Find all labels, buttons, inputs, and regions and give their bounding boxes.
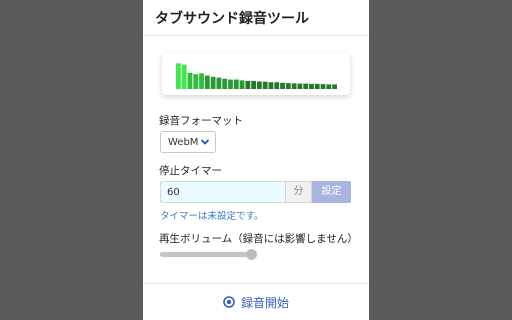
visualizer-bar [181, 64, 187, 89]
visualizer-bar [291, 83, 297, 89]
visualizer-bar [204, 75, 210, 89]
visualizer-bar [320, 84, 326, 89]
visualizer-bar [222, 78, 228, 89]
timer-status-text: タイマーは未設定です。 [160, 211, 264, 222]
visualizer-bar [193, 74, 199, 89]
visualizer-bar [268, 82, 274, 89]
format-label: 録音フォーマット [159, 115, 243, 127]
start-recording-button[interactable]: 録音開始 [143, 284, 369, 320]
timer-minutes-input[interactable] [160, 181, 285, 203]
chevron-down-icon [200, 139, 210, 145]
audio-visualizer [162, 53, 350, 95]
start-recording-label: 録音開始 [240, 295, 289, 310]
visualizer-bar [326, 84, 332, 89]
visualizer-bar [280, 82, 285, 89]
format-select[interactable]: WebM [160, 131, 216, 153]
record-icon [223, 296, 235, 308]
visualizer-bar [314, 83, 320, 89]
visualizer-bar [303, 83, 309, 89]
visualizer-bar [262, 81, 268, 89]
visualizer-bar [239, 80, 245, 89]
timer-unit: 分 [285, 181, 312, 203]
visualizer-bar [187, 72, 193, 89]
visualizer-bar [332, 84, 337, 89]
header-divider [143, 35, 369, 36]
timer-label: 停止タイマー [159, 165, 222, 177]
visualizer-bars [176, 63, 337, 89]
visualizer-bar [210, 76, 216, 89]
format-selected-value: WebM [168, 137, 199, 148]
timer-set-button[interactable]: 設定 [312, 181, 351, 203]
visualizer-bar [228, 79, 233, 89]
visualizer-bar [297, 83, 303, 89]
visualizer-bar [251, 80, 256, 89]
volume-slider-fill [160, 252, 252, 257]
visualizer-bar [245, 80, 251, 89]
visualizer-bar [285, 83, 291, 89]
visualizer-bar [199, 73, 204, 89]
app-title: タブサウンド録音ツール [155, 11, 309, 27]
visualizer-bar [176, 63, 181, 89]
visualizer-bar [216, 77, 222, 89]
volume-slider-thumb[interactable] [246, 249, 258, 260]
visualizer-bar [257, 81, 262, 89]
popup-panel: タブサウンド録音ツール 録音フォーマット WebM 停止タイマー 分 設定 タイ… [143, 0, 369, 320]
volume-slider[interactable] [160, 249, 258, 260]
visualizer-bar [309, 83, 314, 89]
visualizer-bar [233, 79, 239, 89]
volume-label: 再生ボリューム（録音には影響しません） [159, 233, 358, 245]
visualizer-bar [274, 82, 280, 89]
